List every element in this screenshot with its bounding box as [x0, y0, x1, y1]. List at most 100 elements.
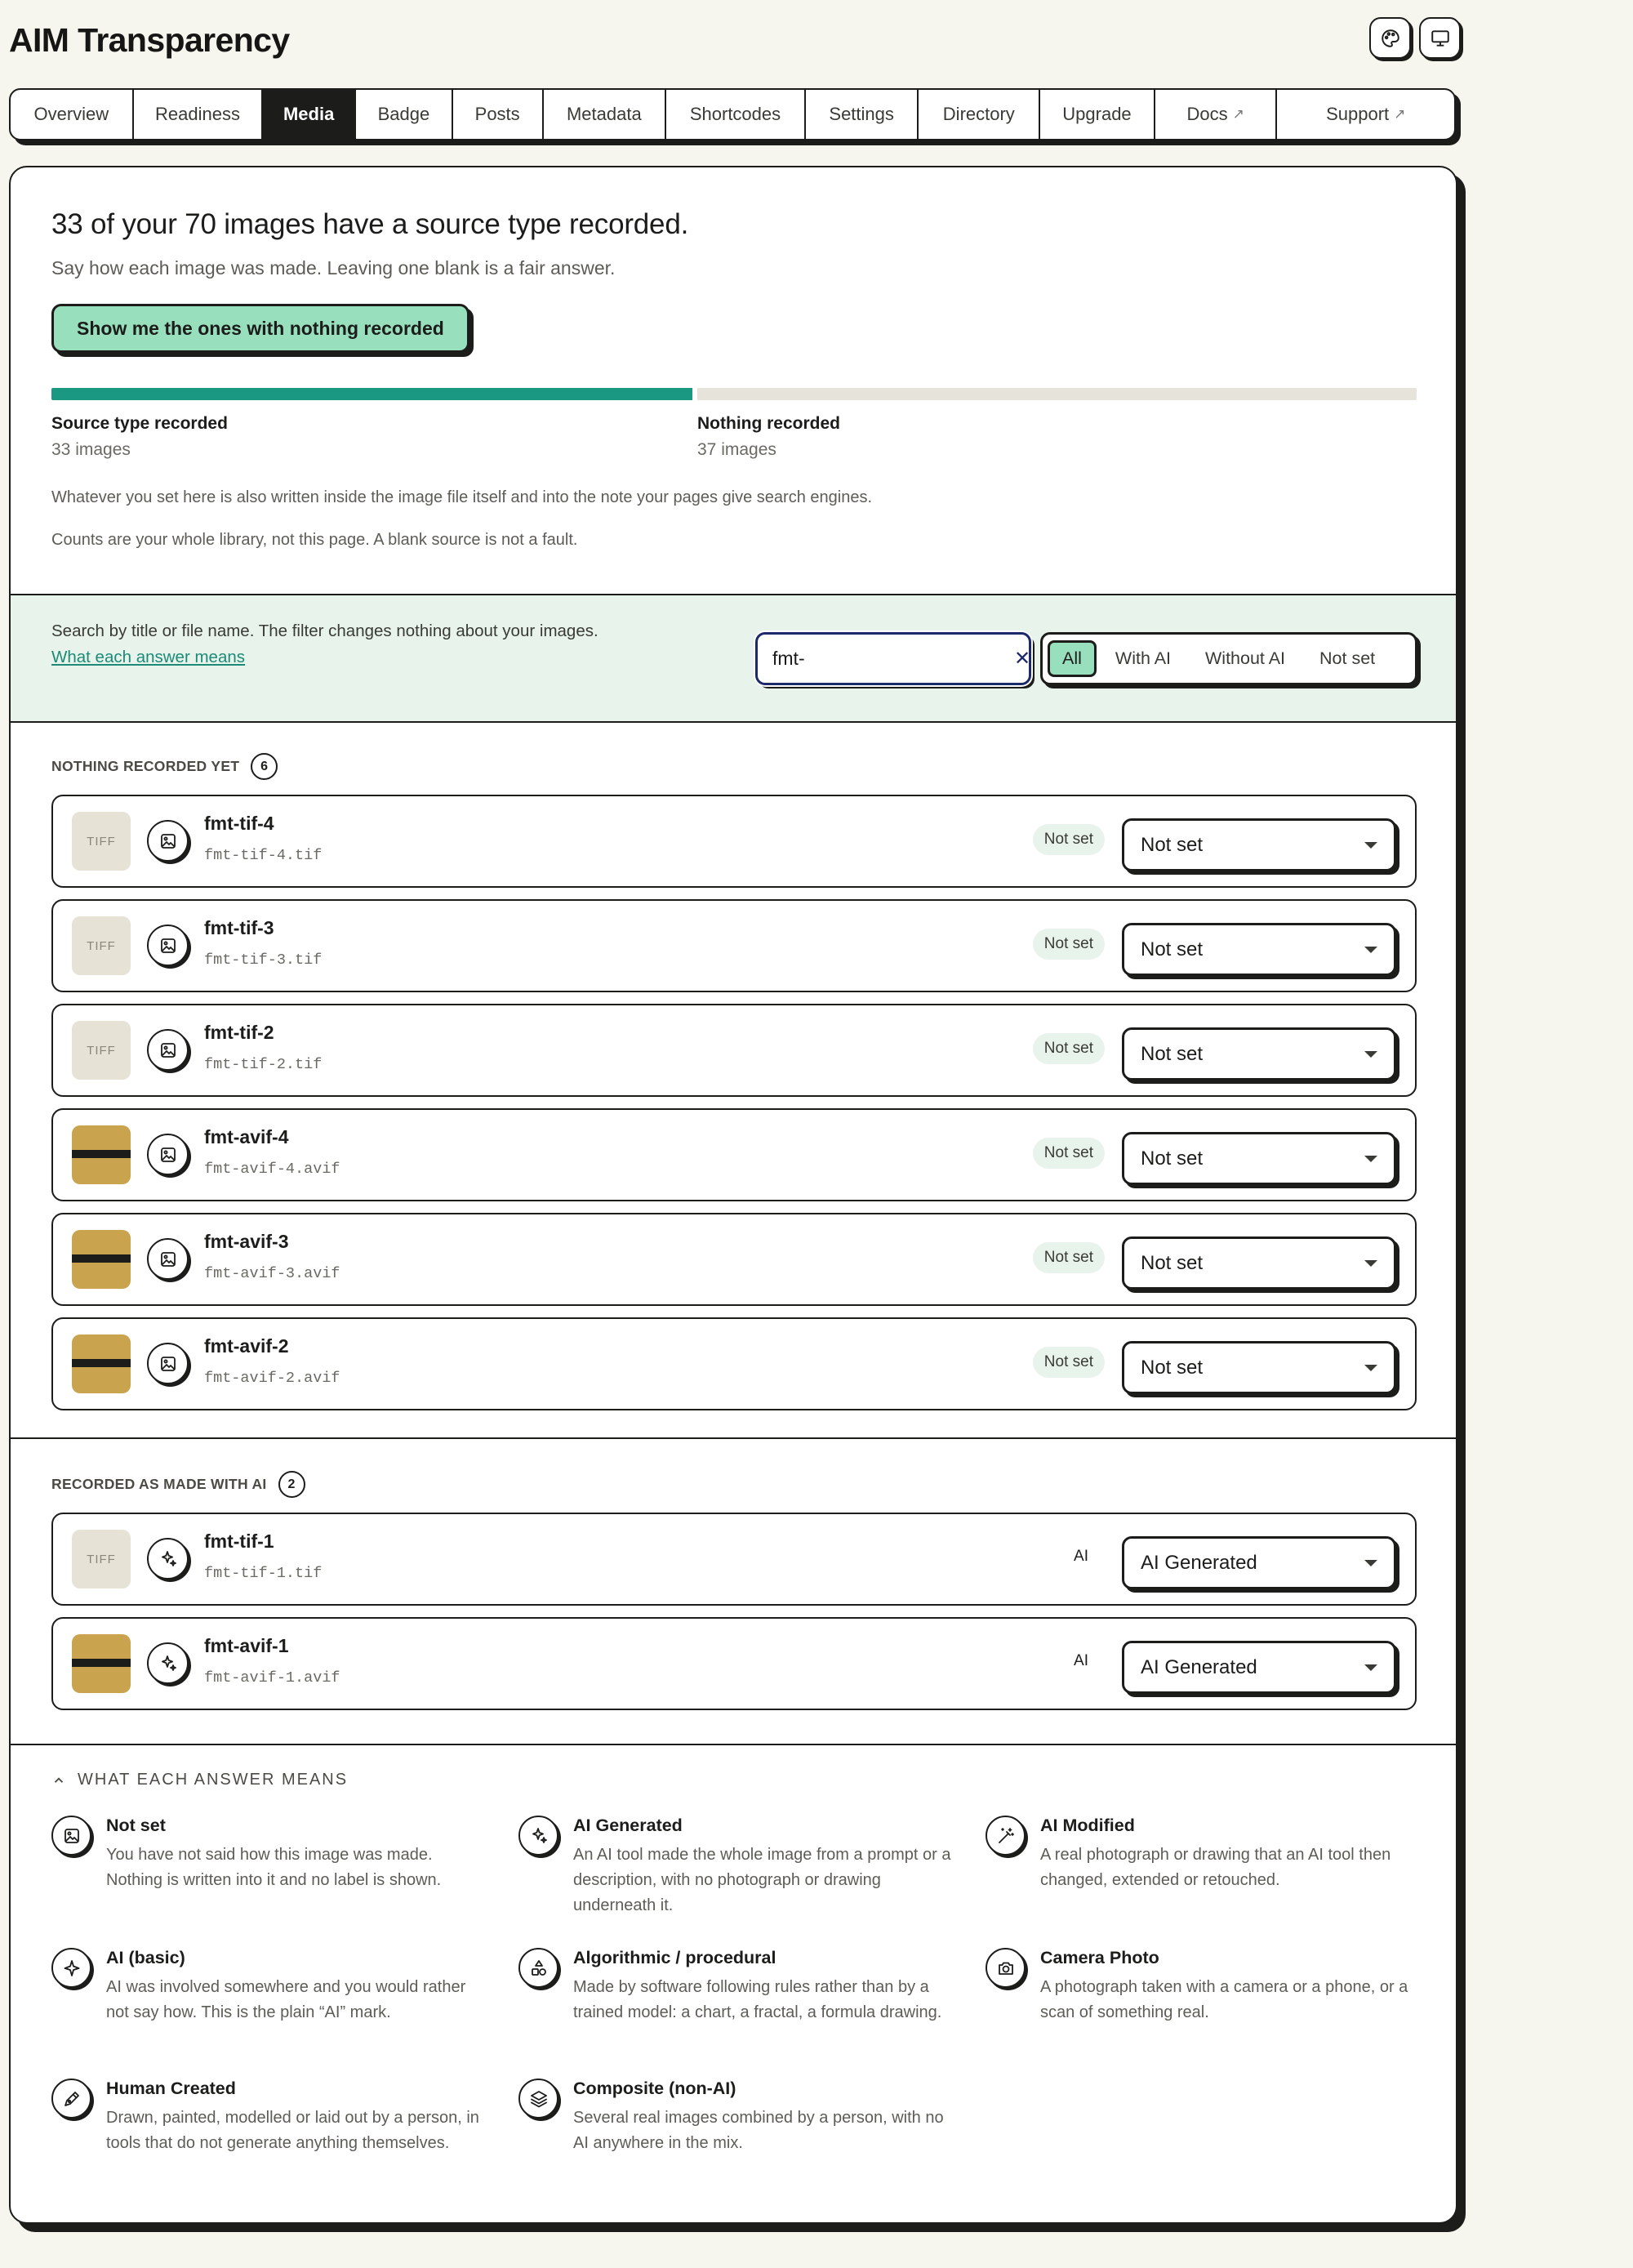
image-thumbnail[interactable]: TIFF — [72, 916, 131, 975]
tab-posts[interactable]: Posts — [453, 90, 544, 139]
glossary-description: AI was involved somewhere and you would … — [106, 1978, 466, 2021]
tab-media[interactable]: Media — [263, 90, 357, 139]
legend-recorded-count: 33 images — [51, 440, 131, 459]
image-filename: fmt-tif-1.tif — [204, 1565, 323, 1582]
image-title: fmt-tif-4 — [204, 813, 274, 834]
tab-upgrade[interactable]: Upgrade — [1040, 90, 1155, 139]
chevron-down-icon — [1364, 1365, 1377, 1371]
image-row: TIFF fmt-tif-2 fmt-tif-2.tif Not set Not set — [51, 1004, 1417, 1097]
filter-with-ai[interactable]: With AI — [1100, 640, 1186, 677]
image-row: fmt-avif-3 fmt-avif-3.avif Not set Not set — [51, 1213, 1417, 1306]
filter-all[interactable]: All — [1048, 640, 1097, 677]
what-each-answer-means-link[interactable]: What each answer means — [51, 648, 245, 666]
tab-shortcodes[interactable]: Shortcodes — [666, 90, 806, 139]
source-type-select[interactable]: AI Generated — [1122, 1641, 1396, 1694]
image-thumbnail[interactable]: TIFF — [72, 1021, 131, 1080]
tab-label: Upgrade — [1062, 104, 1132, 124]
section-unrecorded-label: NOTHING RECORDED YET — [51, 758, 240, 774]
source-type-select[interactable]: Not set — [1122, 818, 1396, 871]
external-link-icon: ↗ — [1232, 106, 1244, 122]
image-thumbnail[interactable] — [72, 1125, 131, 1184]
image-thumbnail[interactable] — [72, 1634, 131, 1693]
chevron-down-icon — [1364, 1664, 1377, 1671]
glossary-description: Drawn, painted, modelled or laid out by … — [106, 2109, 479, 2152]
source-type-badge — [147, 1238, 189, 1280]
select-value: Not set — [1141, 1251, 1204, 1274]
media-card: 33 of your 70 images have a source type … — [9, 166, 1457, 2224]
tab-directory[interactable]: Directory — [919, 90, 1041, 139]
tab-readiness[interactable]: Readiness — [134, 90, 264, 139]
ai-label: AI — [1074, 1652, 1088, 1669]
source-type-select[interactable]: Not set — [1122, 1027, 1396, 1081]
tab-label: Overview — [33, 104, 109, 124]
source-type-select[interactable]: Not set — [1122, 923, 1396, 976]
source-type-badge — [147, 1642, 189, 1684]
camera-icon — [998, 1962, 1013, 1975]
tab-support[interactable]: Support ↗ — [1277, 90, 1454, 139]
summary: 33 of your 70 images have a source type … — [51, 208, 1415, 353]
glossary-icon — [518, 1816, 558, 1856]
app-header: AIM Transparency — [9, 0, 1461, 82]
search-input[interactable] — [772, 648, 1014, 670]
sparkles-icon — [532, 1827, 547, 1843]
image-title: fmt-tif-1 — [204, 1531, 274, 1552]
tab-settings[interactable]: Settings — [806, 90, 919, 139]
progress-gap — [692, 388, 697, 400]
filter-without-ai[interactable]: Without AI — [1190, 640, 1301, 677]
source-type-select[interactable]: AI Generated — [1122, 1536, 1396, 1589]
display-button[interactable] — [1419, 17, 1461, 59]
image-title: fmt-avif-1 — [204, 1635, 289, 1656]
glossary-title: Not set — [106, 1816, 166, 1835]
glossary-icon — [51, 2079, 91, 2119]
image-icon — [160, 833, 176, 849]
glossary-description: You have not said how this image was mad… — [106, 1846, 442, 1889]
image-thumbnail[interactable]: TIFF — [72, 812, 131, 871]
glossary-toggle[interactable]: WHAT EACH ANSWER MEANS — [51, 1771, 348, 1789]
glossary-description: A real photograph or drawing that an AI … — [1040, 1846, 1391, 1889]
chevron-down-icon — [1364, 947, 1377, 953]
status-badge: Not set — [1032, 1138, 1105, 1169]
app-title: AIM Transparency — [9, 21, 290, 59]
select-value: Not set — [1141, 833, 1204, 856]
thumbnail-stripe — [72, 1254, 131, 1263]
source-type-badge — [147, 820, 189, 862]
image-thumbnail[interactable] — [72, 1230, 131, 1289]
divider — [11, 1744, 1456, 1745]
tab-docs[interactable]: Docs ↗ — [1155, 90, 1278, 139]
chevron-down-icon — [1364, 1051, 1377, 1058]
show-unrecorded-button[interactable]: Show me the ones with nothing recorded — [51, 304, 469, 353]
glossary-title: Camera Photo — [1040, 1948, 1159, 1967]
ai-label: AI — [1074, 1548, 1088, 1565]
tab-metadata[interactable]: Metadata — [544, 90, 667, 139]
chevron-down-icon — [1364, 1260, 1377, 1267]
tab-label: Metadata — [566, 104, 642, 124]
image-filename: fmt-avif-1.avif — [204, 1669, 340, 1687]
tab-label: Badge — [377, 104, 430, 124]
close-icon[interactable]: ✕ — [1014, 647, 1030, 671]
status-badge: Not set — [1032, 824, 1105, 855]
section-ai-header: RECORDED AS MADE WITH AI 2 — [51, 1471, 305, 1498]
tab-overview[interactable]: Overview — [11, 90, 134, 139]
image-row: TIFF fmt-tif-3 fmt-tif-3.tif Not set Not set — [51, 899, 1417, 992]
section-unrecorded-header: NOTHING RECORDED YET 6 — [51, 753, 278, 780]
image-thumbnail[interactable]: TIFF — [72, 1530, 131, 1588]
glossary-description: A photograph taken with a camera or a ph… — [1040, 1978, 1408, 2021]
app-root: AIM Transparency Overview Readiness Media B… — [9, 0, 1461, 2224]
select-value: Not set — [1141, 1042, 1204, 1065]
source-type-select[interactable]: Not set — [1122, 1236, 1396, 1290]
image-title: fmt-avif-4 — [204, 1126, 289, 1147]
section-ai-label: RECORDED AS MADE WITH AI — [51, 1476, 267, 1492]
image-title: fmt-tif-2 — [204, 1022, 274, 1043]
recorded-progress-bar — [51, 388, 1417, 400]
source-type-select[interactable]: Not set — [1122, 1132, 1396, 1185]
tab-badge[interactable]: Badge — [356, 90, 453, 139]
theme-button[interactable] — [1369, 17, 1411, 59]
image-filename: fmt-avif-3.avif — [204, 1265, 340, 1282]
glossary-title: Composite (non-AI) — [573, 2079, 736, 2098]
image-thumbnail[interactable] — [72, 1335, 131, 1393]
status-badge: Not set — [1032, 1347, 1105, 1378]
glossary-title: AI (basic) — [106, 1948, 185, 1967]
image-filename: fmt-avif-4.avif — [204, 1161, 340, 1178]
source-type-select[interactable]: Not set — [1122, 1341, 1396, 1394]
filter-not-set[interactable]: Not set — [1304, 640, 1390, 677]
